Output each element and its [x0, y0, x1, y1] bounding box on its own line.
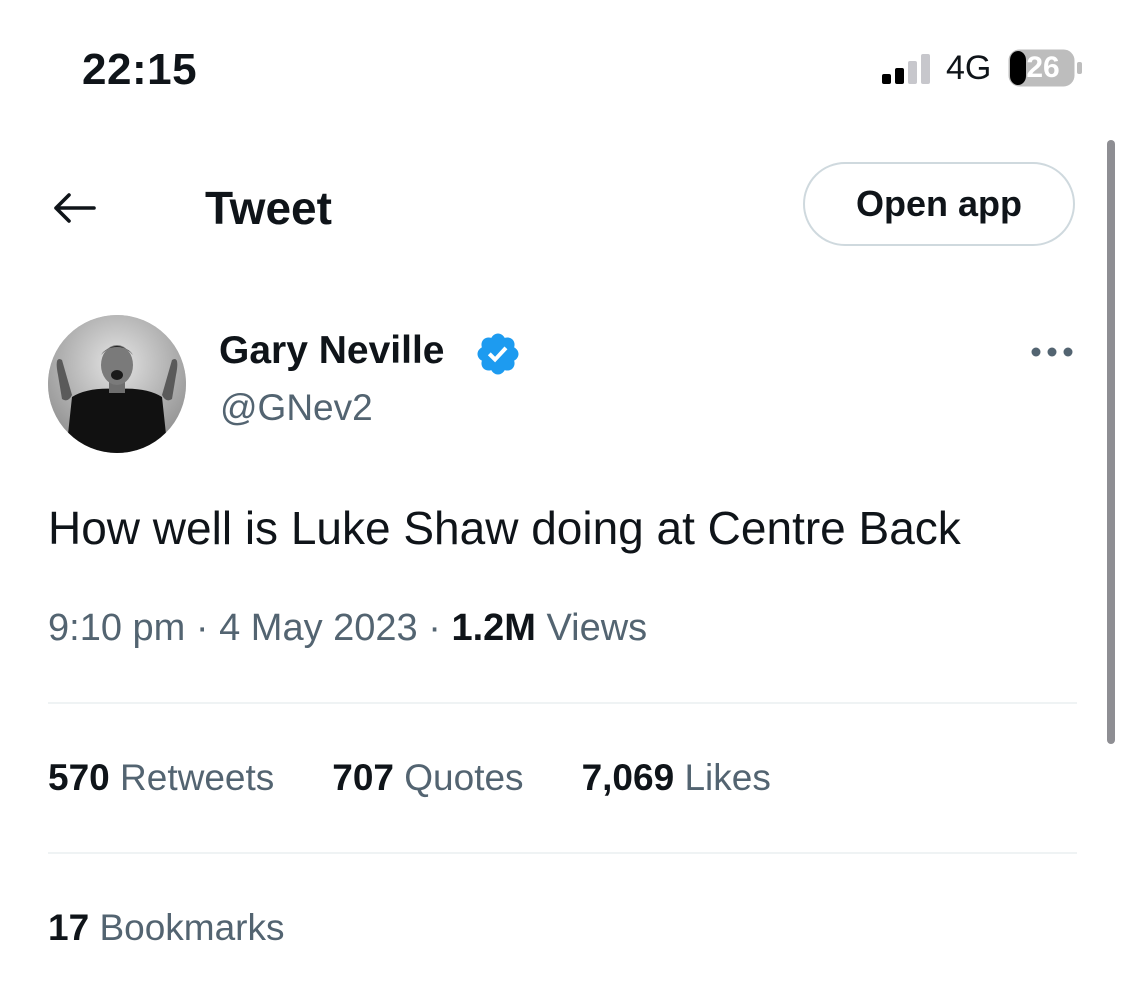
bookmarks-stat[interactable]: 17 Bookmarks	[48, 904, 285, 952]
open-app-button[interactable]: Open app	[803, 162, 1075, 246]
likes-count: 7,069	[581, 757, 675, 798]
page-title: Tweet	[205, 182, 332, 234]
cellular-signal-icon	[882, 54, 930, 84]
battery-icon: 26	[1008, 49, 1084, 87]
more-horizontal-icon	[1031, 347, 1073, 357]
meta-separator: ·	[428, 607, 441, 649]
author-name[interactable]: Gary Neville	[219, 328, 444, 374]
quotes-label: Quotes	[404, 757, 524, 798]
retweets-label: Retweets	[120, 757, 275, 798]
views-label: Views	[546, 607, 648, 649]
retweets-stat[interactable]: 570 Retweets	[48, 754, 274, 802]
status-time: 22:15	[82, 45, 198, 94]
avatar[interactable]	[48, 315, 186, 453]
tweet-date[interactable]: 4 May 2023	[219, 607, 418, 649]
network-type: 4G	[946, 49, 992, 87]
bookmarks-count: 17	[48, 907, 90, 948]
divider	[48, 702, 1077, 704]
quotes-count: 707	[332, 757, 394, 798]
tweet-time[interactable]: 9:10 pm	[48, 607, 185, 649]
arrow-left-icon	[54, 193, 96, 223]
engagement-stats: 570 Retweets 707 Quotes 7,069 Likes	[48, 754, 771, 802]
verified-badge-icon	[477, 333, 519, 375]
divider	[48, 852, 1077, 854]
meta-separator: ·	[195, 607, 209, 649]
bookmarks-label: Bookmarks	[99, 907, 285, 948]
battery-level: 26	[1026, 51, 1060, 84]
scrollbar[interactable]	[1107, 140, 1115, 744]
views-count: 1.2M	[451, 607, 536, 649]
likes-label: Likes	[684, 757, 771, 798]
back-button[interactable]	[46, 180, 102, 236]
quotes-stat[interactable]: 707 Quotes	[332, 754, 523, 802]
tweet-text: How well is Luke Shaw doing at Centre Ba…	[48, 502, 961, 554]
likes-stat[interactable]: 7,069 Likes	[582, 754, 771, 802]
author-handle[interactable]: @GNev2	[220, 386, 373, 430]
retweets-count: 570	[48, 757, 110, 798]
more-button[interactable]	[1024, 334, 1080, 370]
tweet-meta: 9:10 pm · 4 May 2023 · 1.2M Views	[48, 604, 647, 652]
